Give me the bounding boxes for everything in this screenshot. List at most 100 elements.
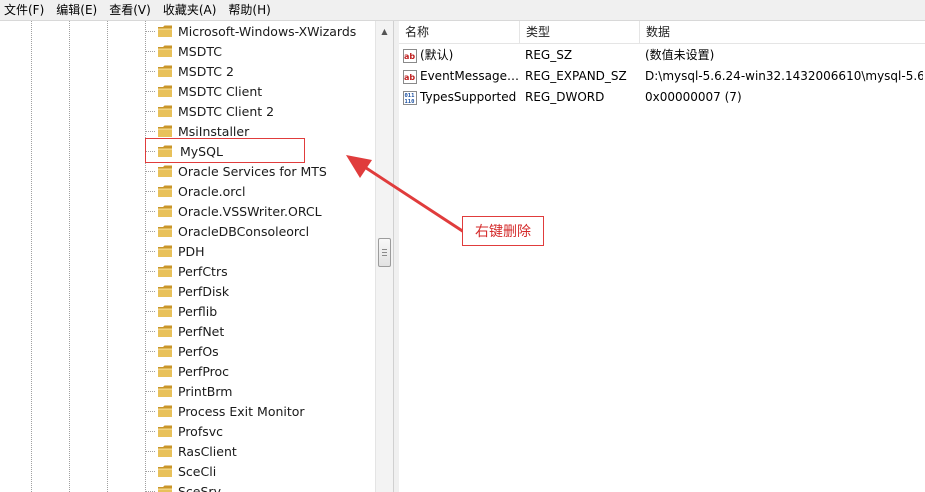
tree-connector xyxy=(145,450,155,452)
tree-node-label: MsiInstaller xyxy=(178,123,250,139)
tree-node[interactable]: Oracle Services for MTS xyxy=(145,161,327,181)
tree-connector xyxy=(145,290,155,292)
registry-tree[interactable]: Microsoft-Windows-XWizards MSDTC MSDTC 2 MS… xyxy=(0,21,375,492)
tree-guide-line xyxy=(31,21,32,492)
folder-icon xyxy=(158,45,172,57)
tree-scrollbar[interactable]: ▲ xyxy=(375,21,393,492)
annotation-callout: 右键删除 xyxy=(462,216,544,246)
tree-node-label: OracleDBConsoleorcl xyxy=(178,223,310,239)
value-name: TypesSupported xyxy=(420,90,517,104)
folder-icon xyxy=(158,425,172,437)
scroll-up-arrow-icon[interactable]: ▲ xyxy=(376,23,393,40)
string-value-icon: ab xyxy=(403,69,417,84)
folder-icon xyxy=(158,385,172,397)
tree-connector xyxy=(145,470,155,472)
column-header-name[interactable]: 名称 xyxy=(399,21,520,43)
menu-view[interactable]: 查看(V) xyxy=(103,0,157,20)
scroll-thumb[interactable] xyxy=(378,238,391,267)
tree-node-label: MSDTC 2 xyxy=(178,63,234,79)
tree-node-label: MySQL xyxy=(180,143,223,159)
menu-help[interactable]: 帮助(H) xyxy=(222,0,276,20)
folder-icon xyxy=(158,345,172,357)
tree-node[interactable]: MSDTC xyxy=(145,41,222,61)
tree-node-label: Perflib xyxy=(178,303,218,319)
tree-node[interactable]: MSDTC Client xyxy=(145,81,262,101)
tree-node[interactable]: RasClient xyxy=(145,441,237,461)
folder-icon xyxy=(158,145,172,157)
tree-node-label: MSDTC xyxy=(178,43,222,59)
folder-icon xyxy=(158,25,172,37)
tree-node[interactable]: Profsvc xyxy=(145,421,223,441)
tree-node-label: SceSrv xyxy=(178,483,221,492)
tree-connector xyxy=(145,150,155,152)
column-header-data[interactable]: 数据 xyxy=(640,21,925,43)
menu-favorites[interactable]: 收藏夹(A) xyxy=(157,0,223,20)
tree-node[interactable]: SceCli xyxy=(145,461,216,481)
tree-connector xyxy=(145,430,155,432)
value-type: REG_DWORD xyxy=(525,90,605,104)
tree-node-label: Oracle.orcl xyxy=(178,183,246,199)
value-name: EventMessage… xyxy=(420,69,519,83)
tree-node-label: PerfCtrs xyxy=(178,263,228,279)
tree-node[interactable]: PerfCtrs xyxy=(145,261,228,281)
tree-connector xyxy=(145,50,155,52)
tree-node[interactable]: Process Exit Monitor xyxy=(145,401,305,421)
folder-icon xyxy=(158,245,172,257)
tree-connector xyxy=(145,490,155,492)
tree-connector xyxy=(145,210,155,212)
value-data: (数值未设置) xyxy=(645,48,715,62)
folder-icon xyxy=(158,165,172,177)
tree-connector xyxy=(145,350,155,352)
tree-node-label: PDH xyxy=(178,243,205,259)
folder-icon xyxy=(158,125,172,137)
tree-node-label: Oracle Services for MTS xyxy=(178,163,327,179)
list-header: 名称 类型 数据 xyxy=(399,21,925,44)
tree-node[interactable]: MsiInstaller xyxy=(145,121,249,141)
tree-guide-line xyxy=(107,21,108,492)
tree-connector xyxy=(145,370,155,372)
tree-node[interactable]: PerfDisk xyxy=(145,281,229,301)
tree-node[interactable]: PerfProc xyxy=(145,361,229,381)
tree-node-label: PerfProc xyxy=(178,363,230,379)
tree-node[interactable]: Perflib xyxy=(145,301,217,321)
tree-node[interactable]: PrintBrm xyxy=(145,381,232,401)
value-name: (默认) xyxy=(420,48,454,62)
list-item[interactable]: 011 110 TypesSupported REG_DWORD 0x00000… xyxy=(399,87,925,108)
column-header-type[interactable]: 类型 xyxy=(520,21,640,43)
tree-connector xyxy=(145,410,155,412)
tree-node[interactable]: PDH xyxy=(145,241,205,261)
tree-node[interactable]: PerfNet xyxy=(145,321,224,341)
tree-node-label: Microsoft-Windows-XWizards xyxy=(178,23,357,39)
value-data: D:\mysql-5.6.24-win32.1432006610\mysql-5… xyxy=(645,69,923,83)
folder-icon xyxy=(158,205,172,217)
tree-node-label: PrintBrm xyxy=(178,383,233,399)
tree-node[interactable]: SceSrv xyxy=(145,481,221,492)
tree-node[interactable]: OracleDBConsoleorcl xyxy=(145,221,309,241)
tree-node[interactable]: MSDTC 2 xyxy=(145,61,234,81)
list-item[interactable]: ab EventMessage… REG_EXPAND_SZ D:\mysql-… xyxy=(399,66,925,87)
tree-connector xyxy=(145,70,155,72)
tree-node[interactable]: Microsoft-Windows-XWizards xyxy=(145,21,356,41)
tree-node[interactable]: MySQL xyxy=(145,141,225,161)
tree-connector xyxy=(145,390,155,392)
annotation-arrow-icon xyxy=(346,155,466,234)
folder-icon xyxy=(158,445,172,457)
tree-connector xyxy=(145,250,155,252)
svg-text:ab: ab xyxy=(404,73,415,82)
folder-icon xyxy=(158,365,172,377)
menu-file[interactable]: 文件(F) xyxy=(0,0,50,20)
tree-connector xyxy=(145,30,155,32)
tree-node-label: PerfOs xyxy=(178,343,219,359)
tree-node[interactable]: Oracle.orcl xyxy=(145,181,246,201)
folder-icon xyxy=(158,105,172,117)
tree-node[interactable]: MSDTC Client 2 xyxy=(145,101,274,121)
folder-icon xyxy=(158,325,172,337)
list-item[interactable]: ab (默认) REG_SZ (数值未设置) xyxy=(399,45,925,66)
string-value-icon: ab xyxy=(403,48,417,63)
menu-edit[interactable]: 编辑(E) xyxy=(50,0,103,20)
tree-connector xyxy=(145,90,155,92)
tree-node[interactable]: PerfOs xyxy=(145,341,219,361)
tree-node-label: RasClient xyxy=(178,443,237,459)
tree-node[interactable]: Oracle.VSSWriter.ORCL xyxy=(145,201,322,221)
menu-bar: 文件(F) 编辑(E) 查看(V) 收藏夹(A) 帮助(H) xyxy=(0,0,925,21)
